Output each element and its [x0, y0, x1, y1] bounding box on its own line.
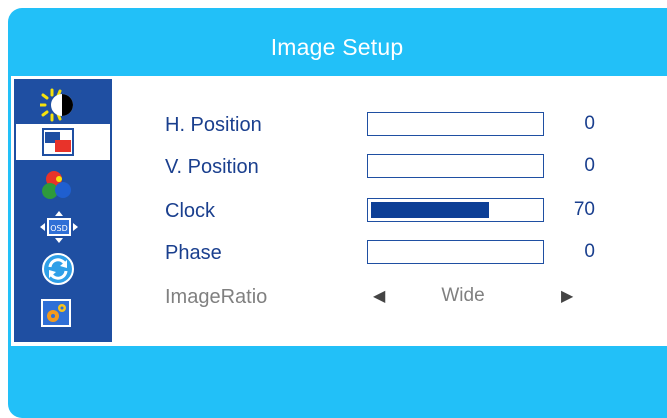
- brightness-contrast-icon: [40, 88, 73, 122]
- reset-icon: [42, 253, 74, 285]
- h-position-row[interactable]: H. Position 0: [165, 110, 625, 140]
- sidebar-item-color-setup[interactable]: [14, 165, 112, 205]
- ratio-right-arrow-icon[interactable]: ▶: [561, 286, 573, 306]
- misc-settings-icon: [41, 299, 71, 327]
- clock-slider[interactable]: [367, 198, 544, 222]
- h-position-value: 0: [584, 113, 595, 134]
- sidebar-item-reset[interactable]: [14, 249, 112, 289]
- v-position-slider[interactable]: [367, 154, 544, 178]
- h-position-label: H. Position: [165, 114, 262, 136]
- v-position-value: 0: [584, 155, 595, 176]
- image-setup-icon: [42, 128, 74, 156]
- clock-value: 70: [573, 199, 595, 220]
- phase-label: Phase: [165, 242, 222, 264]
- h-position-slider[interactable]: [367, 112, 544, 136]
- v-position-row[interactable]: V. Position 0: [165, 152, 625, 182]
- image-ratio-label: ImageRatio: [165, 286, 268, 308]
- sidebar-item-osd-setup[interactable]: OSD: [14, 207, 112, 247]
- osd-setup-icon: OSD: [40, 211, 78, 243]
- ratio-left-arrow-icon[interactable]: ◀: [373, 286, 385, 306]
- color-setup-icon: [42, 171, 71, 199]
- image-ratio-row[interactable]: ImageRatio ◀ Wide ▶: [165, 282, 625, 312]
- clock-row[interactable]: Clock 70: [165, 196, 625, 226]
- sidebar-item-misc[interactable]: [14, 293, 112, 333]
- svg-text:OSD: OSD: [50, 224, 68, 233]
- menu-sidebar: OSD: [14, 79, 112, 342]
- v-position-label: V. Position: [165, 156, 259, 178]
- phase-row[interactable]: Phase 0: [165, 238, 625, 268]
- clock-label: Clock: [165, 200, 216, 222]
- phase-slider[interactable]: [367, 240, 544, 264]
- sidebar-item-brightness[interactable]: [14, 85, 112, 125]
- clock-fill: [371, 202, 489, 218]
- phase-value: 0: [584, 241, 595, 262]
- menu-title: Image Setup: [270, 34, 404, 60]
- sidebar-item-image-setup[interactable]: [14, 122, 112, 162]
- image-ratio-value: Wide: [441, 285, 485, 306]
